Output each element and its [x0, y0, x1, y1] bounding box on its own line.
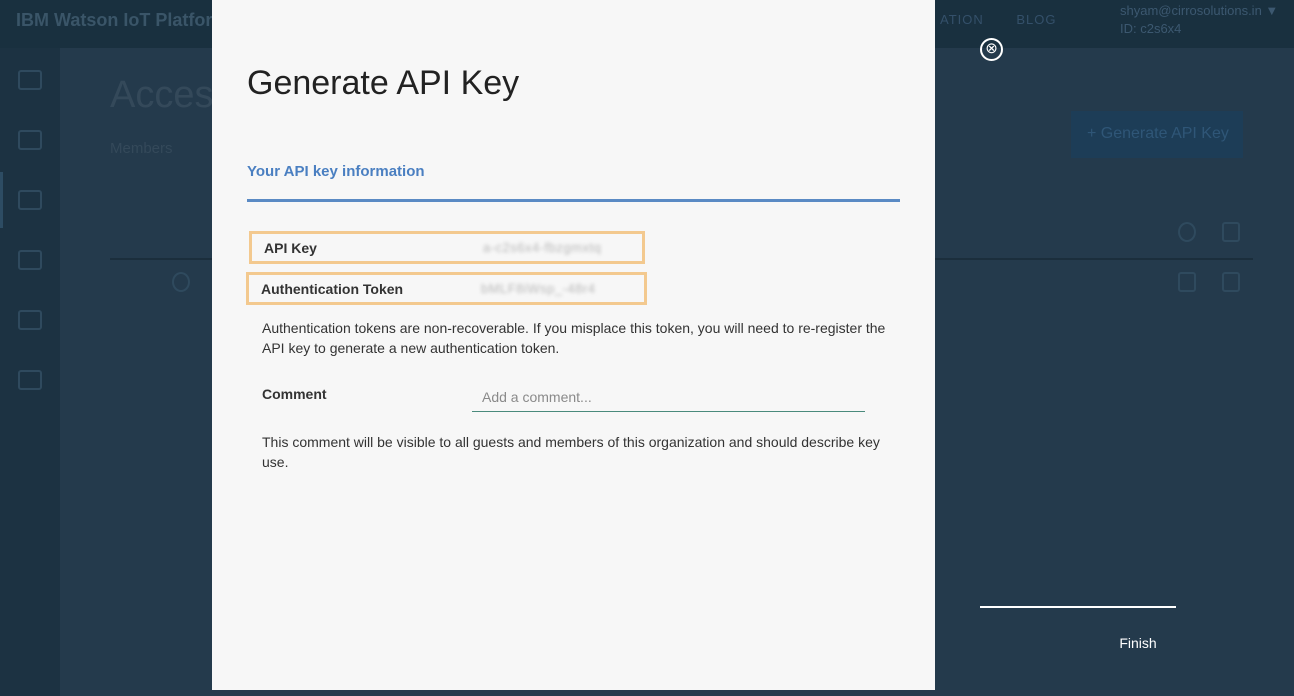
user-menu[interactable]: shyam@cirrosolutions.in ▼ ID: c2s6x4 — [1120, 2, 1278, 38]
brand-title: IBM Watson IoT Platform — [16, 10, 229, 30]
trash-row-icon[interactable] — [1222, 272, 1240, 292]
dialog-title: Generate API Key — [247, 64, 520, 102]
members-icon[interactable] — [18, 250, 42, 270]
tab-members[interactable]: Members — [110, 140, 173, 157]
trash-icon[interactable] — [1222, 222, 1240, 242]
finish-divider — [980, 606, 1176, 608]
side-nav — [0, 48, 60, 696]
apps-icon[interactable] — [18, 310, 42, 330]
comment-input[interactable] — [472, 382, 865, 412]
api-key-value: a-c2s6x4-fbzgmxtq — [483, 240, 602, 255]
close-icon[interactable]: ⊗ — [980, 38, 1003, 61]
dashboard-icon[interactable] — [18, 70, 42, 90]
comment-help-text: This comment will be visible to all gues… — [262, 434, 880, 470]
finish-button[interactable]: Finish — [1100, 632, 1176, 654]
key-icon — [172, 272, 190, 292]
generate-api-key-dialog: Generate API Key Your API key informatio… — [212, 0, 935, 690]
generate-api-key-button[interactable]: + Generate API Key — [1071, 111, 1243, 158]
settings-icon[interactable] — [18, 370, 42, 390]
user-org-id: ID: c2s6x4 — [1120, 21, 1182, 36]
section-label: Your API key information — [247, 163, 425, 180]
auth-token-label: Authentication Token — [261, 281, 404, 297]
auth-token-row: Authentication Token bMLF8iWsp_-48r4 — [246, 272, 647, 305]
side-nav-active-indicator — [0, 172, 3, 228]
edit-icon[interactable] — [1178, 272, 1196, 292]
auth-token-value: bMLF8iWsp_-48r4 — [481, 281, 596, 296]
section-divider — [247, 199, 900, 202]
nav-item-blog[interactable]: BLOG — [1016, 12, 1056, 27]
top-nav: ATION BLOG — [940, 12, 1085, 27]
page-title: Acces — [110, 74, 214, 116]
user-email: shyam@cirrosolutions.in ▼ — [1120, 3, 1279, 18]
comment-label: Comment — [262, 386, 327, 402]
api-key-label: API Key — [264, 240, 317, 256]
devices-icon[interactable] — [18, 130, 42, 150]
api-key-row: API Key a-c2s6x4-fbzgmxtq — [249, 231, 645, 264]
info-icon[interactable] — [1178, 222, 1196, 242]
access-icon[interactable] — [18, 190, 42, 210]
token-warning-text: Authentication tokens are non-recoverabl… — [262, 320, 886, 356]
nav-item[interactable]: ATION — [940, 12, 984, 27]
